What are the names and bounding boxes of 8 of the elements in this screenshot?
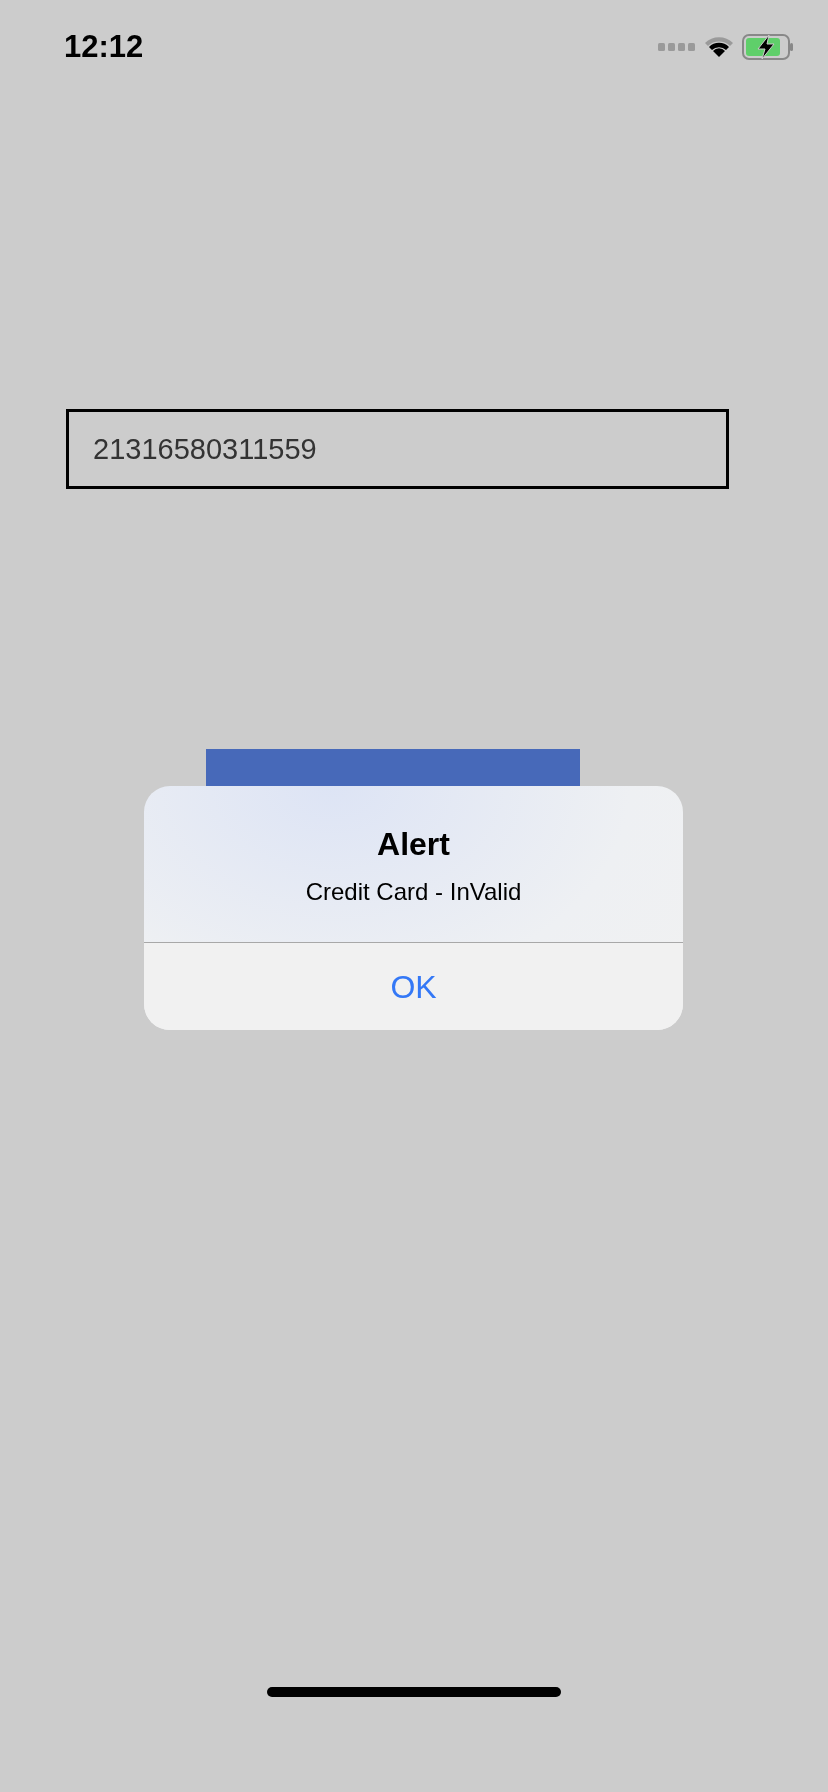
ok-button[interactable]: OK: [144, 942, 683, 1030]
wifi-icon: [704, 35, 734, 59]
card-number-field[interactable]: 21316580311559: [66, 409, 729, 489]
status-time: 12:12: [64, 27, 144, 66]
battery-charging-icon: [742, 34, 794, 60]
alert-message: Credit Card - InValid: [305, 877, 522, 907]
signal-icon: [658, 43, 696, 51]
alert-title: Alert: [377, 825, 450, 864]
